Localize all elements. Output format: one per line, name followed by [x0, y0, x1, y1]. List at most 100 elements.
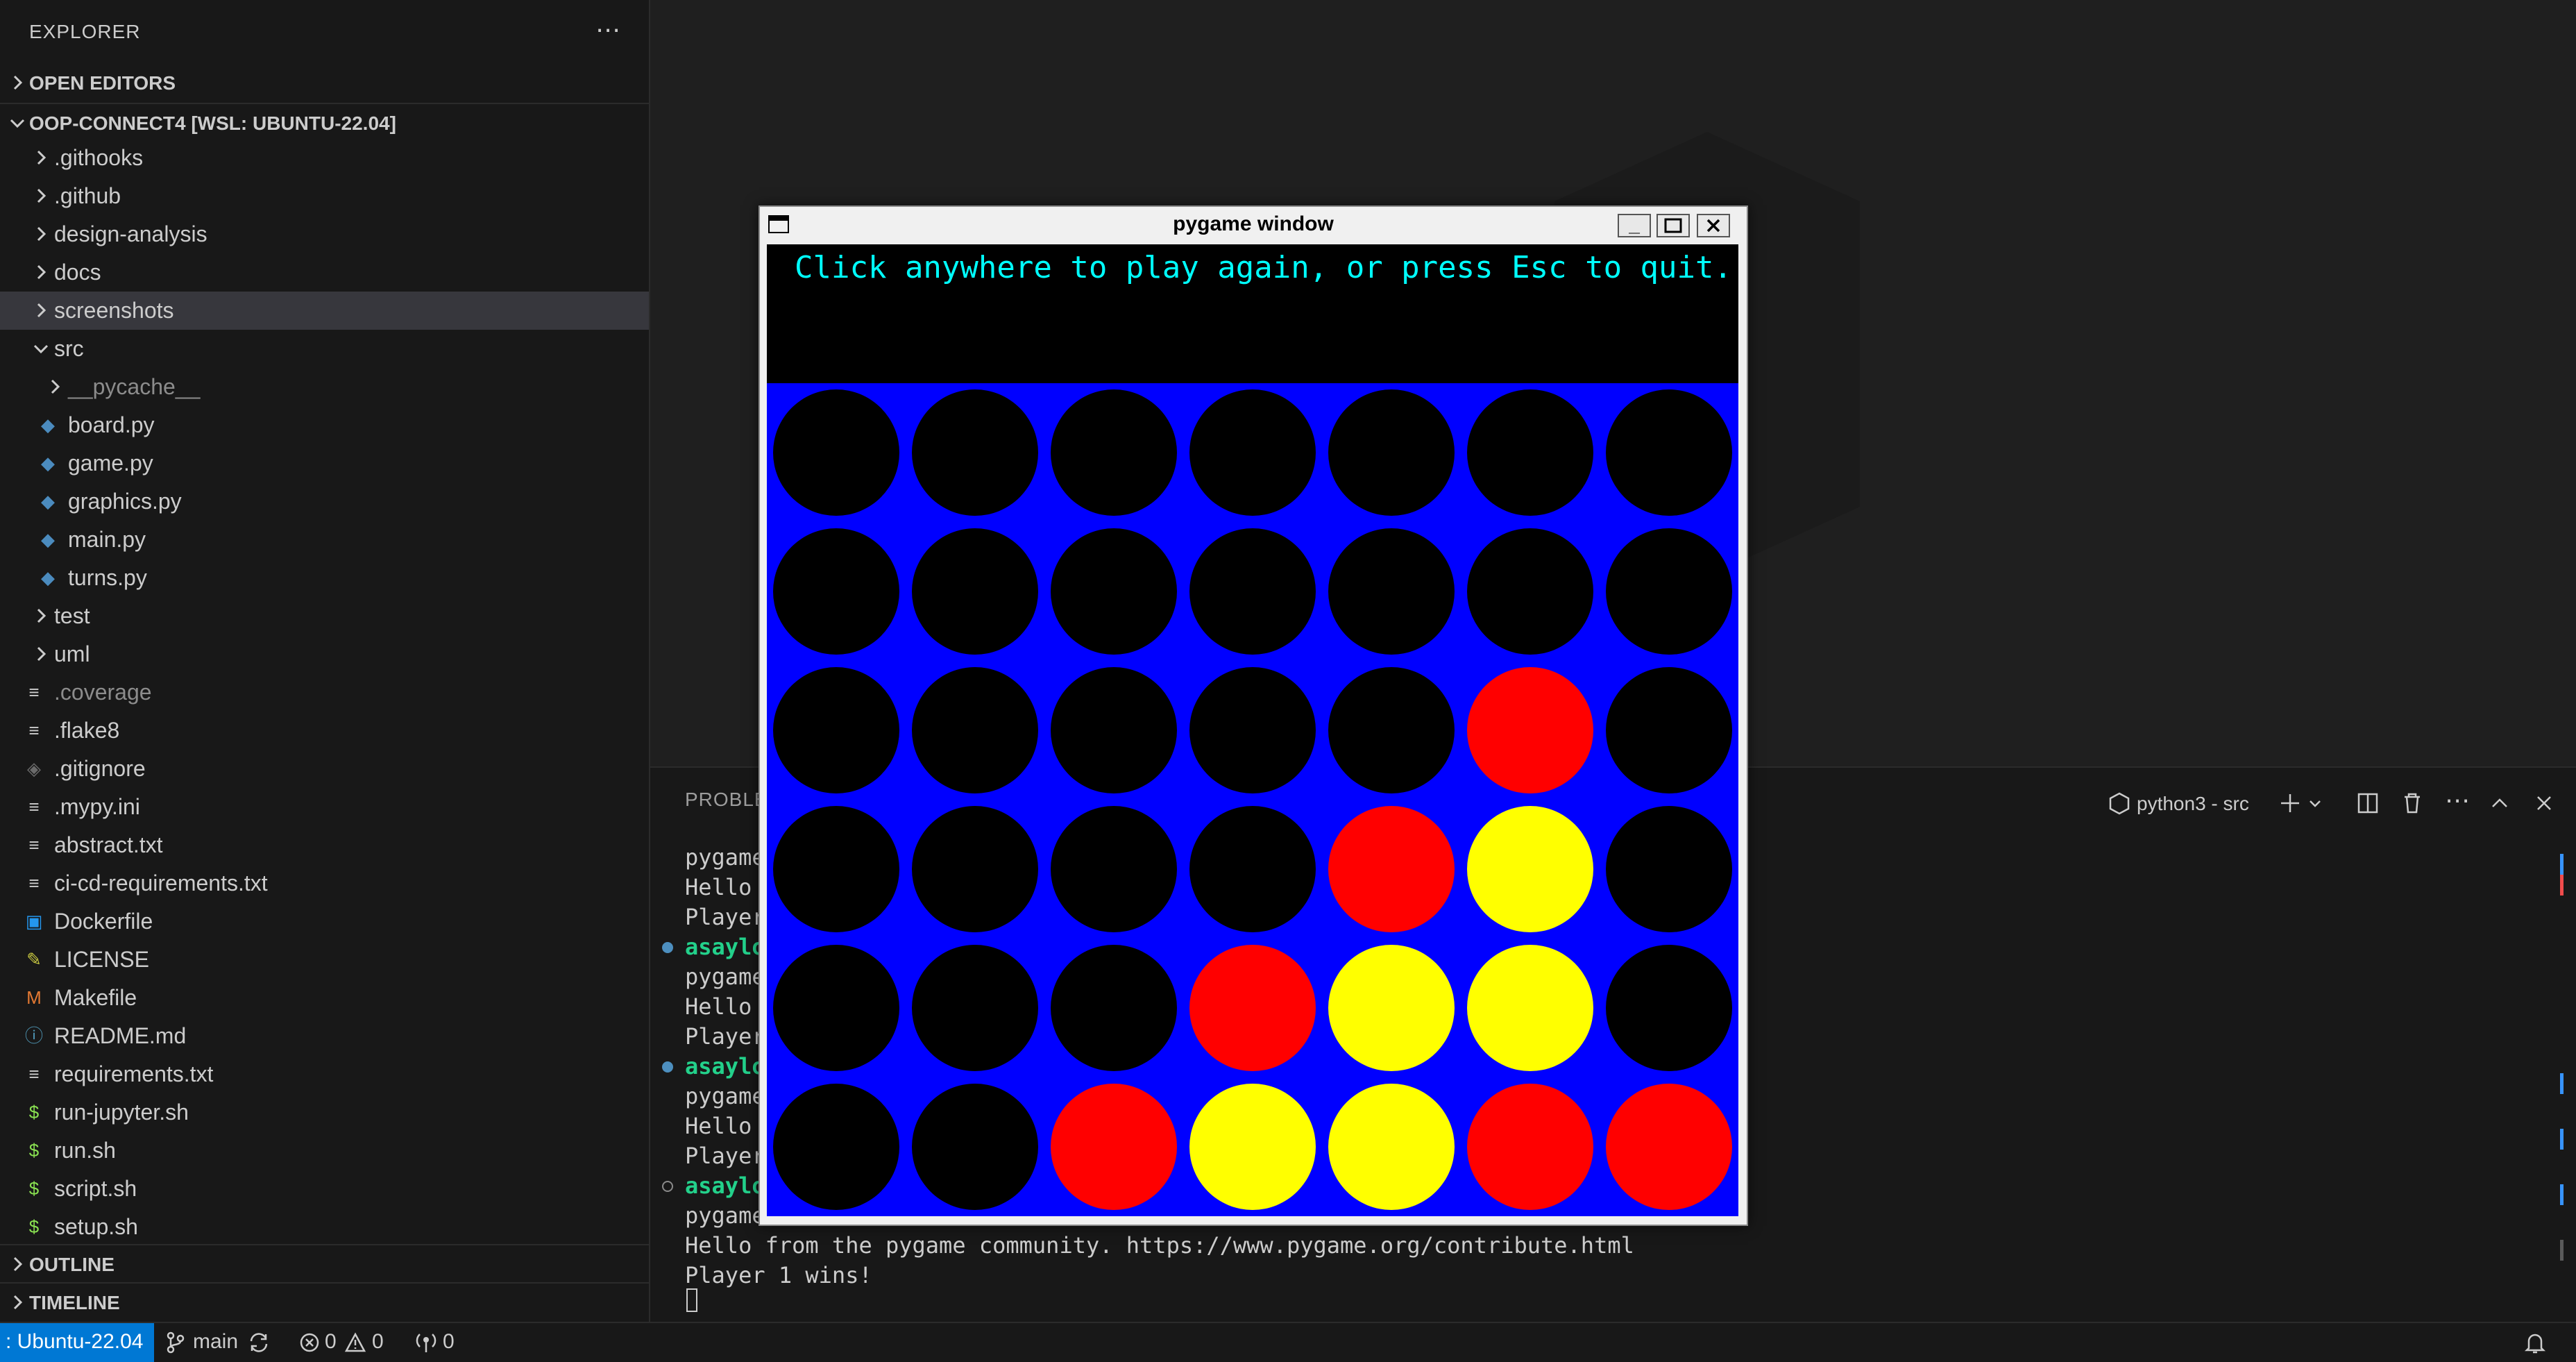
tree-item[interactable]: ◆ graphics.py	[0, 482, 649, 521]
ellipsis-icon[interactable]: ⋯	[2445, 786, 2470, 815]
ports-icon[interactable]	[414, 1331, 439, 1354]
tree-item-label: run-jupyter.sh	[54, 1100, 189, 1125]
shell-file-icon: $	[28, 1140, 40, 1161]
docker-icon: ▣	[25, 911, 43, 932]
terminal-name[interactable]: python3 - src	[2137, 793, 2249, 815]
chevron-right-icon	[37, 646, 46, 662]
minimize-button[interactable]: _	[1618, 214, 1651, 237]
error-icon[interactable]	[298, 1331, 321, 1354]
tree-item[interactable]: ◆ board.py	[0, 406, 649, 444]
open-editors-section[interactable]: OPEN EDITORS	[0, 64, 649, 102]
pygame-window[interactable]: pygame window _ Click anywhere to play a…	[759, 205, 1748, 1226]
tree-item[interactable]: screenshots	[0, 292, 649, 330]
tree-item[interactable]: ≡ abstract.txt	[0, 826, 649, 864]
tree-item[interactable]: M Makefile	[0, 979, 649, 1017]
empty-slot	[912, 528, 1038, 655]
red-disc	[1606, 1084, 1732, 1210]
tree-item[interactable]: $ script.sh	[0, 1170, 649, 1208]
trash-icon[interactable]	[2400, 791, 2424, 815]
tree-item[interactable]: ✎ LICENSE	[0, 941, 649, 979]
tree-item[interactable]: $ run-jupyter.sh	[0, 1093, 649, 1132]
warning-icon[interactable]	[344, 1331, 366, 1354]
tree-item[interactable]: $ setup.sh	[0, 1208, 649, 1246]
text-file-icon: ≡	[28, 1063, 40, 1084]
empty-slot	[773, 806, 899, 932]
error-count[interactable]: 0	[325, 1330, 337, 1354]
tree-item[interactable]: ≡ requirements.txt	[0, 1055, 649, 1093]
tree-item[interactable]: ≡ ci-cd-requirements.txt	[0, 864, 649, 902]
close-button[interactable]	[1697, 214, 1730, 237]
tree-item-label: design-analysis	[54, 221, 207, 246]
status-bar: : Ubuntu-22.04 main 0 0 0	[0, 1322, 2576, 1362]
terminal-output-line: Player	[685, 904, 765, 930]
tree-item[interactable]: uml	[0, 635, 649, 673]
tree-item[interactable]: test	[0, 597, 649, 635]
shell-file-icon: $	[28, 1102, 40, 1123]
branch-name[interactable]: main	[193, 1330, 238, 1354]
chevron-down-icon[interactable]	[2307, 796, 2323, 811]
tree-item[interactable]: src	[0, 330, 649, 368]
outline-label: OUTLINE	[29, 1254, 115, 1275]
tree-item[interactable]: docs	[0, 253, 649, 292]
tree-item-label: main.py	[68, 527, 146, 552]
yellow-disc	[1189, 1084, 1316, 1210]
tree-item[interactable]: ≡ .flake8	[0, 712, 649, 750]
tree-item[interactable]: ≡ .coverage	[0, 673, 649, 712]
text-file-icon: ≡	[28, 682, 40, 703]
tree-item[interactable]: ⓘ README.md	[0, 1017, 649, 1055]
tree-item[interactable]: ◆ main.py	[0, 521, 649, 559]
tree-item[interactable]: $ run.sh	[0, 1132, 649, 1170]
tree-item[interactable]: ▣ Dockerfile	[0, 902, 649, 941]
terminal-output-line: Player 1 wins!	[685, 1262, 872, 1288]
tree-item[interactable]: ◆ game.py	[0, 444, 649, 482]
plus-icon[interactable]	[2278, 791, 2302, 815]
text-file-icon: ≡	[28, 796, 40, 817]
shell-file-icon: $	[28, 1216, 40, 1237]
game-canvas[interactable]: Click anywhere to play again, or press E…	[767, 244, 1738, 1216]
outline-section[interactable]: OUTLINE	[0, 1244, 649, 1284]
chevron-up-icon[interactable]	[2488, 791, 2511, 815]
tree-item-label: run.sh	[54, 1138, 116, 1163]
chevron-right-icon	[37, 188, 46, 203]
command-decoration-icon[interactable]	[662, 942, 673, 953]
red-disc	[1328, 806, 1455, 932]
terminal-prompt-line: asaylo	[685, 934, 765, 960]
timeline-section[interactable]: TIMELINE	[0, 1282, 649, 1322]
connect4-board[interactable]	[767, 383, 1738, 1216]
ports-count[interactable]: 0	[443, 1330, 455, 1354]
bell-icon[interactable]	[2523, 1330, 2547, 1355]
tree-item-label: Dockerfile	[54, 909, 153, 934]
explorer-sidebar: EXPLORER ⋯ OPEN EDITORS OOP-CONNECT4 [WS…	[0, 0, 650, 1322]
terminal-output-line: Hello from the pygame community. https:/…	[685, 1232, 1634, 1259]
tree-item[interactable]: ◈ .gitignore	[0, 750, 649, 788]
tree-item-label: .coverage	[54, 680, 152, 705]
tree-item-label: .flake8	[54, 718, 120, 743]
close-icon[interactable]	[2532, 791, 2556, 815]
tree-item[interactable]: __pycache__	[0, 368, 649, 406]
yellow-disc	[1467, 945, 1593, 1071]
sync-icon[interactable]	[247, 1331, 271, 1354]
tree-item[interactable]: ≡ .mypy.ini	[0, 788, 649, 826]
workspace-section[interactable]: OOP-CONNECT4 [WSL: UBUNTU-22.04]	[0, 103, 649, 142]
empty-slot	[1189, 667, 1316, 793]
tree-item[interactable]: .githooks	[0, 139, 649, 177]
remote-indicator[interactable]: : Ubuntu-22.04	[0, 1323, 154, 1362]
terminal-output-line: pygame	[685, 964, 765, 990]
empty-slot	[912, 1084, 1038, 1210]
tree-item[interactable]: .github	[0, 177, 649, 215]
red-disc	[1189, 945, 1316, 1071]
split-icon[interactable]	[2356, 791, 2380, 815]
tree-item-label: abstract.txt	[54, 832, 163, 857]
ellipsis-icon[interactable]: ⋯	[595, 15, 620, 44]
warning-count[interactable]: 0	[372, 1330, 384, 1354]
maximize-button[interactable]	[1656, 214, 1690, 237]
terminal-icon	[2109, 792, 2130, 815]
chevron-right-icon	[37, 150, 46, 165]
yellow-disc	[1328, 945, 1455, 1071]
command-decoration-icon[interactable]	[662, 1181, 673, 1192]
command-decoration-icon[interactable]	[662, 1061, 673, 1073]
tree-item[interactable]: ◆ turns.py	[0, 559, 649, 597]
maximize-icon	[1664, 218, 1682, 233]
tree-item[interactable]: design-analysis	[0, 215, 649, 253]
terminal-output-line: pygame	[685, 1202, 765, 1229]
